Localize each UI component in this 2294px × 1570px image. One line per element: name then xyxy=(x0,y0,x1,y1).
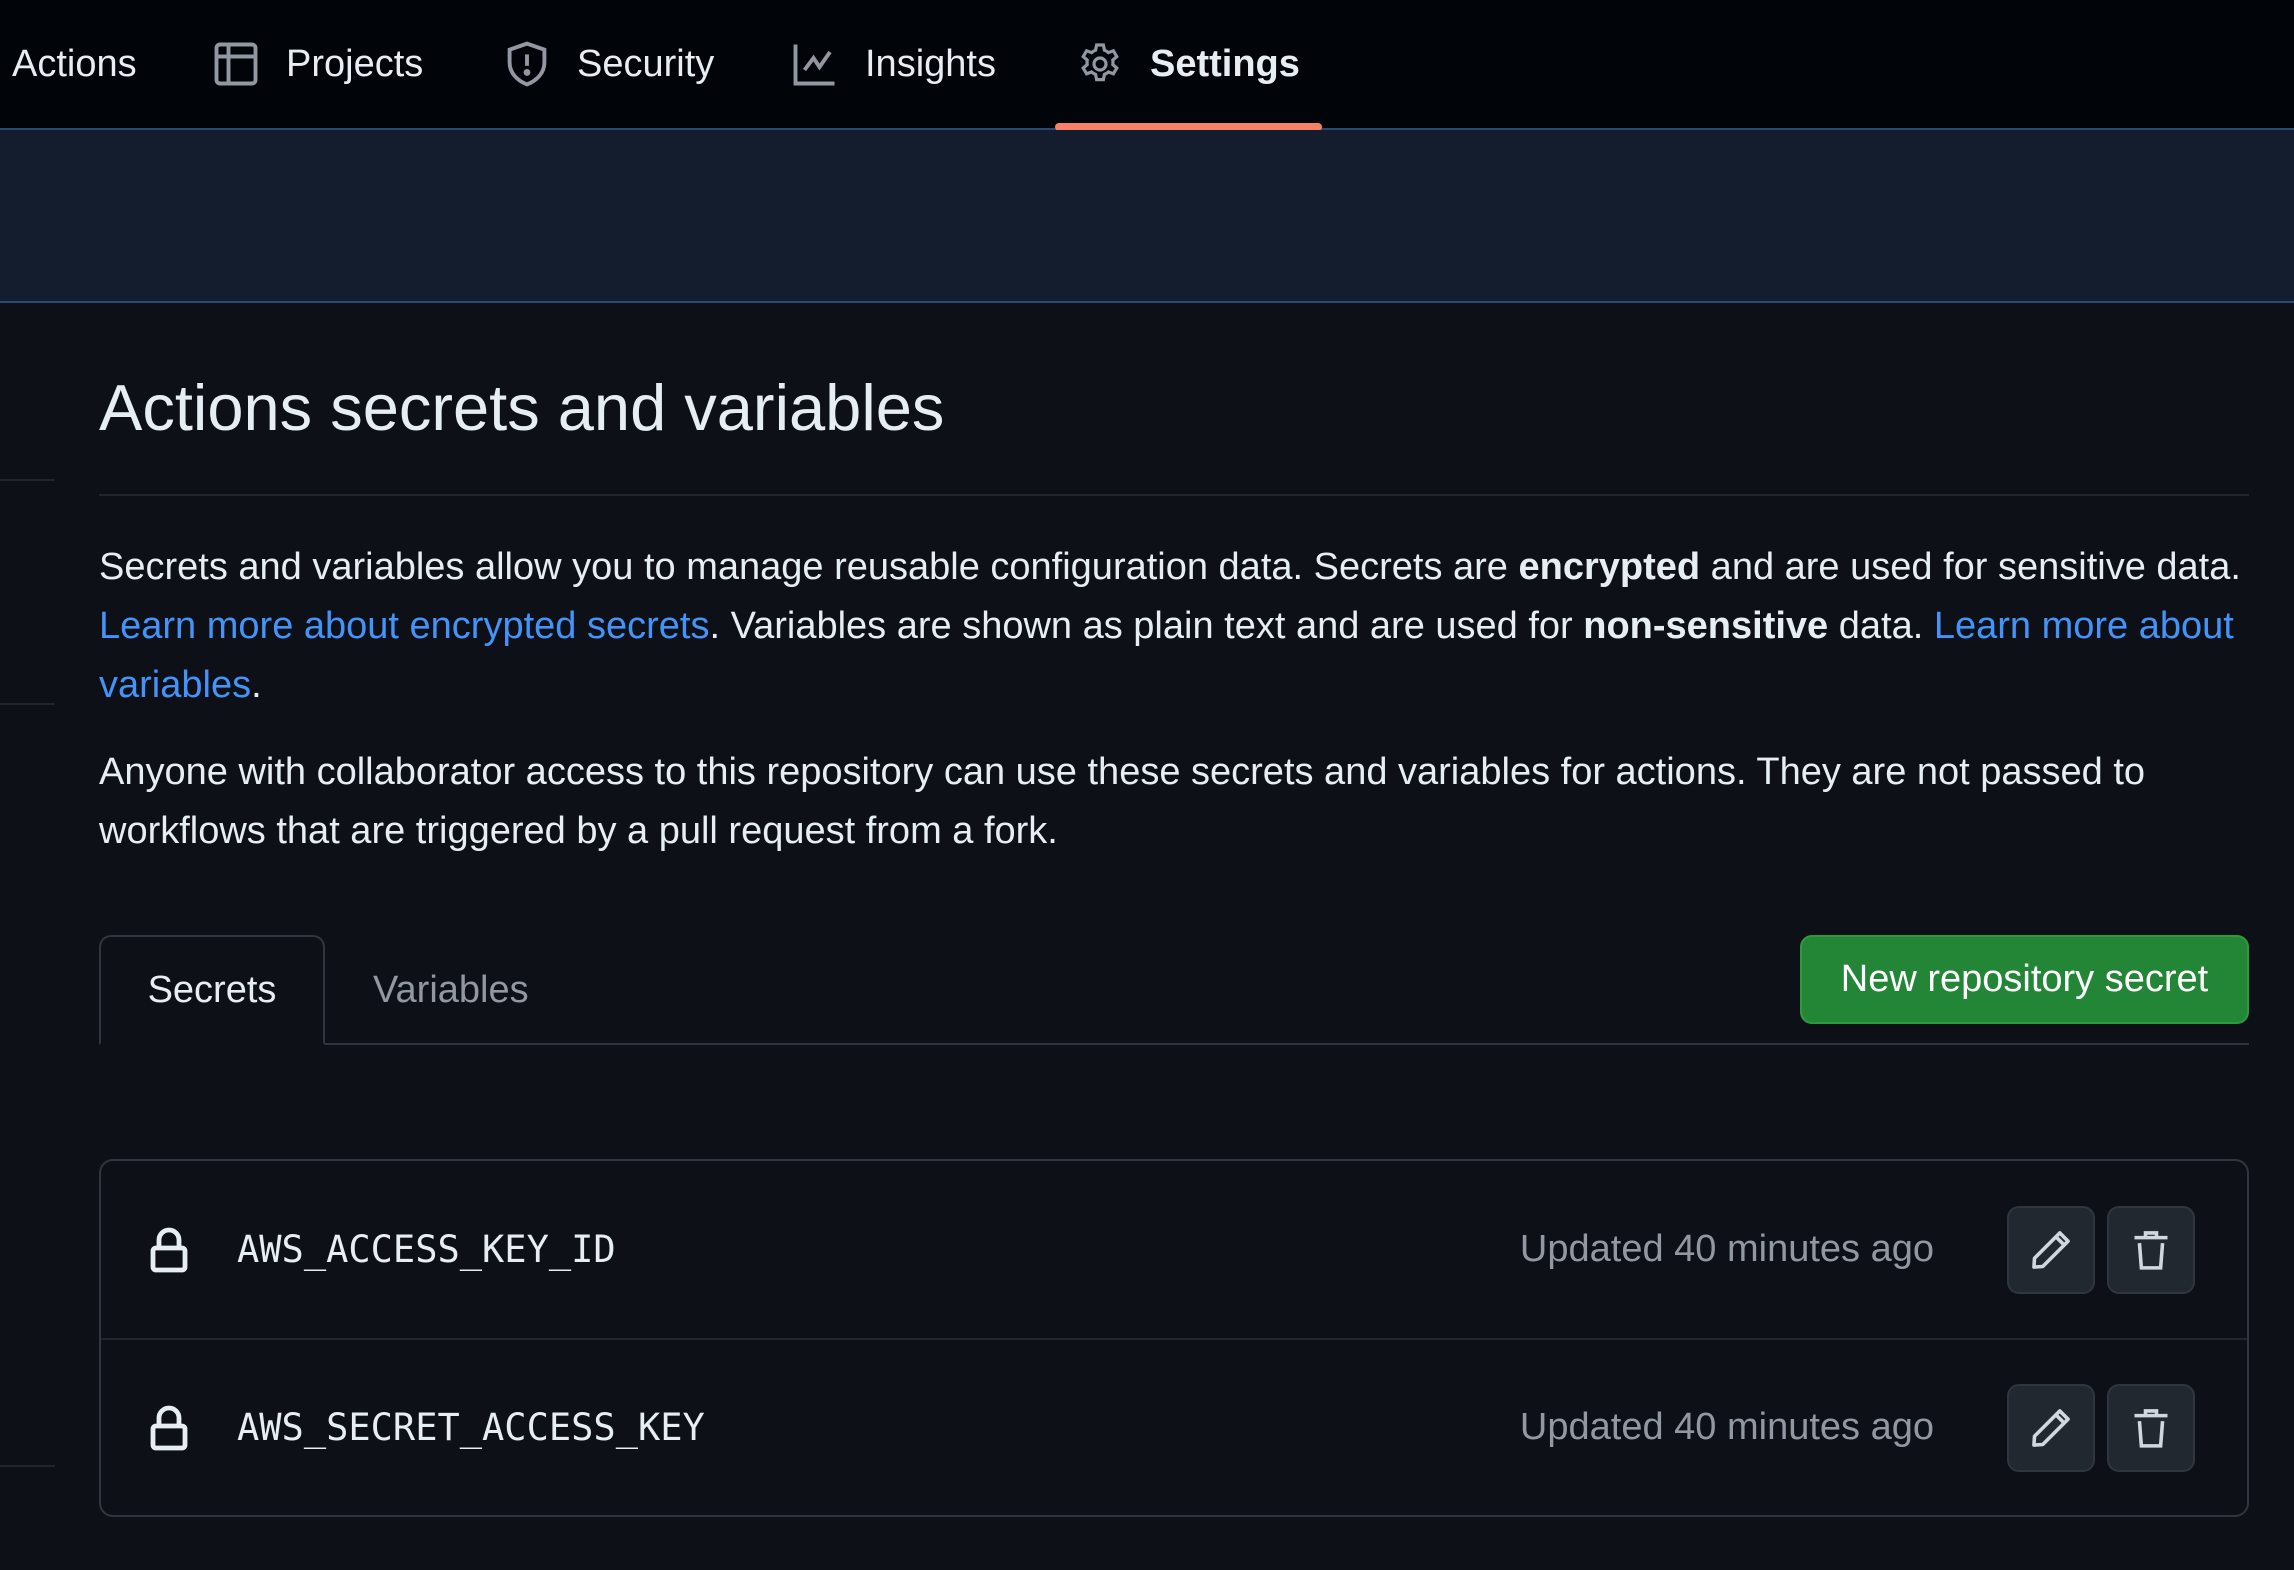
header-banner xyxy=(0,130,2294,303)
shield-icon xyxy=(507,41,547,87)
graph-icon xyxy=(793,44,835,86)
learn-more-secrets-link[interactable]: Learn more about encrypted secrets xyxy=(99,605,709,647)
secret-name: AWS_SECRET_ACCESS_KEY xyxy=(237,1406,705,1449)
nav-tab-security[interactable]: Security xyxy=(503,0,714,128)
intro-emphasis: non-sensitive xyxy=(1583,605,1829,647)
secrets-list: AWS_ACCESS_KEY_ID Updated 40 minutes ago… xyxy=(99,1159,2249,1517)
nav-tab-label: Security xyxy=(577,42,715,85)
lock-icon xyxy=(150,1227,188,1272)
secret-updated-time: Updated 40 minutes ago xyxy=(1519,1228,1934,1270)
pencil-icon xyxy=(2032,1408,2070,1447)
secret-row: AWS_ACCESS_KEY_ID Updated 40 minutes ago xyxy=(101,1161,2247,1338)
edit-secret-button[interactable] xyxy=(2007,1205,2095,1294)
secret-updated-time: Updated 40 minutes ago xyxy=(1519,1406,1934,1448)
sidebar-divider xyxy=(0,479,55,481)
lock-icon xyxy=(150,1405,188,1450)
nav-tab-insights[interactable]: Insights xyxy=(791,0,996,128)
tab-secrets[interactable]: Secrets xyxy=(99,935,325,1045)
intro-text: . Variables are shown as plain text and … xyxy=(709,605,1584,647)
nav-tab-label: Insights xyxy=(865,42,996,85)
nav-tab-projects[interactable]: Projects xyxy=(212,0,423,128)
edit-secret-button[interactable] xyxy=(2007,1383,2095,1472)
intro-text: Secrets and variables allow you to manag… xyxy=(99,546,1519,588)
intro-text: and are used for sensitive data. xyxy=(1700,546,2241,588)
delete-secret-button[interactable] xyxy=(2107,1383,2195,1472)
trash-icon xyxy=(2134,1230,2168,1270)
title-divider xyxy=(99,494,2249,496)
intro-paragraph: Secrets and variables allow you to manag… xyxy=(99,538,2249,715)
page-title: Actions secrets and variables xyxy=(99,371,945,444)
nav-tab-actions[interactable]: Actions xyxy=(12,0,137,128)
gear-icon xyxy=(1081,43,1119,82)
tab-variables[interactable]: Variables xyxy=(373,935,529,1045)
intro-text: data. xyxy=(1828,605,1934,647)
sidebar-divider xyxy=(0,1465,55,1467)
nav-tab-label: Actions xyxy=(12,42,137,85)
secret-row: AWS_SECRET_ACCESS_KEY Updated 40 minutes… xyxy=(101,1338,2247,1515)
collaborator-note: Anyone with collaborator access to this … xyxy=(99,751,2146,852)
intro-text: . xyxy=(251,664,262,706)
intro-emphasis: encrypted xyxy=(1518,546,1701,588)
new-repository-secret-button[interactable]: New repository secret xyxy=(1800,935,2249,1024)
repo-nav: Actions Projects Security Insights Setti… xyxy=(0,0,2294,131)
secret-name: AWS_ACCESS_KEY_ID xyxy=(237,1228,616,1271)
nav-tab-label: Projects xyxy=(286,42,424,85)
pencil-icon xyxy=(2032,1230,2070,1269)
nav-tab-label: Settings xyxy=(1150,42,1300,85)
nav-tab-settings[interactable]: Settings xyxy=(1076,0,1300,128)
sidebar-divider xyxy=(0,703,55,705)
trash-icon xyxy=(2134,1408,2168,1448)
delete-secret-button[interactable] xyxy=(2107,1205,2195,1294)
table-icon xyxy=(214,42,258,86)
